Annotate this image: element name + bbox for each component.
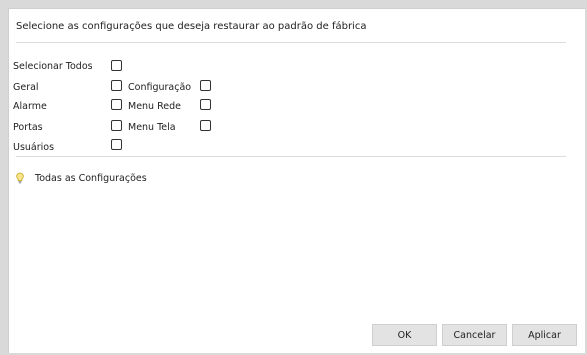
page-title: Selecione as configurações que deseja re… — [16, 21, 367, 32]
tip-text: Todas as Configurações — [35, 172, 147, 184]
configuration-checkbox[interactable] — [200, 80, 211, 91]
network-menu-checkbox[interactable] — [200, 99, 211, 110]
alarm-checkbox[interactable] — [111, 99, 122, 110]
tip: Todas as Configurações — [14, 172, 147, 184]
divider — [16, 156, 566, 157]
network-menu-label: Menu Rede — [128, 101, 181, 112]
display-menu-checkbox[interactable] — [200, 120, 211, 131]
apply-button[interactable]: Aplicar — [512, 324, 577, 346]
display-menu-label: Menu Tela — [128, 122, 176, 133]
alarm-label: Alarme — [13, 101, 47, 112]
ports-checkbox[interactable] — [111, 120, 122, 131]
select-all-label: Selecionar Todos — [13, 61, 93, 72]
users-checkbox[interactable] — [111, 139, 122, 150]
divider — [16, 42, 566, 43]
cancel-button[interactable]: Cancelar — [442, 324, 507, 346]
select-all-checkbox[interactable] — [111, 60, 122, 71]
ports-label: Portas — [13, 122, 43, 133]
general-checkbox[interactable] — [111, 80, 122, 91]
configuration-label: Configuração — [128, 82, 192, 93]
users-label: Usuários — [13, 142, 55, 153]
ok-button[interactable]: OK — [372, 324, 437, 346]
lightbulb-icon — [14, 172, 26, 184]
general-label: Geral — [13, 82, 39, 93]
